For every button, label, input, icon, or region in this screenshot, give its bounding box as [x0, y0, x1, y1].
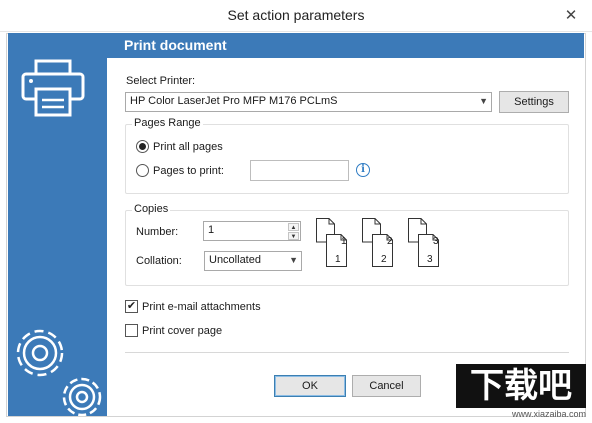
page-number: 2	[387, 236, 393, 247]
pages-to-print-label[interactable]: Pages to print:	[153, 165, 224, 177]
printer-icon	[21, 59, 85, 117]
pages-to-print-input[interactable]	[250, 160, 349, 181]
spin-down-icon[interactable]: ▼	[288, 232, 299, 240]
email-attachments-checkbox[interactable]: ✔	[125, 300, 138, 313]
watermark-text: 下载吧	[456, 364, 586, 408]
page-title: Print document	[124, 37, 227, 53]
pages-range-group	[125, 124, 569, 194]
sidebar	[8, 33, 107, 416]
close-icon[interactable]: ✕	[560, 6, 582, 26]
chevron-down-icon: ▼	[289, 255, 298, 265]
page-number: 1	[335, 254, 341, 265]
printer-select[interactable]: HP Color LaserJet Pro MFP M176 PCLmS ▼	[125, 92, 492, 112]
spin-up-icon[interactable]: ▲	[288, 223, 299, 231]
watermark-url: www.xiazaiba.com	[511, 409, 586, 419]
separator	[125, 352, 569, 353]
cover-page-checkbox[interactable]	[125, 324, 138, 337]
page-number: 3	[433, 236, 439, 247]
pages-range-legend: Pages Range	[132, 117, 203, 129]
cancel-button[interactable]: Cancel	[352, 375, 421, 397]
copies-number-input[interactable]: 1 ▲ ▼	[203, 221, 301, 241]
gears-icon	[16, 329, 102, 416]
settings-button[interactable]: Settings	[499, 91, 569, 113]
header-band: Print document	[107, 33, 584, 58]
email-attachments-label[interactable]: Print e-mail attachments	[142, 301, 261, 313]
collation-preview-set-3: 3 3	[408, 218, 444, 271]
print-all-radio[interactable]	[136, 140, 149, 153]
collation-label: Collation:	[136, 255, 182, 267]
pages-to-print-radio[interactable]	[136, 164, 149, 177]
cover-page-label[interactable]: Print cover page	[142, 325, 222, 337]
copies-number-value: 1	[208, 224, 215, 236]
number-label: Number:	[136, 226, 179, 238]
info-icon[interactable]: i	[356, 163, 370, 177]
collation-select[interactable]: Uncollated ▼	[204, 251, 302, 271]
window-title: Set action parameters	[227, 7, 365, 23]
select-printer-label: Select Printer:	[126, 75, 196, 87]
page-number: 2	[381, 254, 387, 265]
collation-preview-set-2: 2 2	[362, 218, 398, 271]
title-bar: Set action parameters ✕	[0, 0, 592, 32]
ok-button[interactable]: OK	[274, 375, 346, 397]
page-number: 1	[341, 236, 347, 247]
chevron-down-icon: ▼	[479, 96, 488, 106]
page-number: 3	[427, 254, 433, 265]
collation-preview-set-1: 1 1	[316, 218, 352, 271]
printer-select-value: HP Color LaserJet Pro MFP M176 PCLmS	[130, 95, 338, 107]
watermark-logo: 下载吧 www.xiazaiba.com	[456, 364, 586, 419]
print-all-label[interactable]: Print all pages	[153, 141, 223, 153]
collation-select-value: Uncollated	[209, 254, 261, 266]
copies-legend: Copies	[132, 203, 171, 215]
